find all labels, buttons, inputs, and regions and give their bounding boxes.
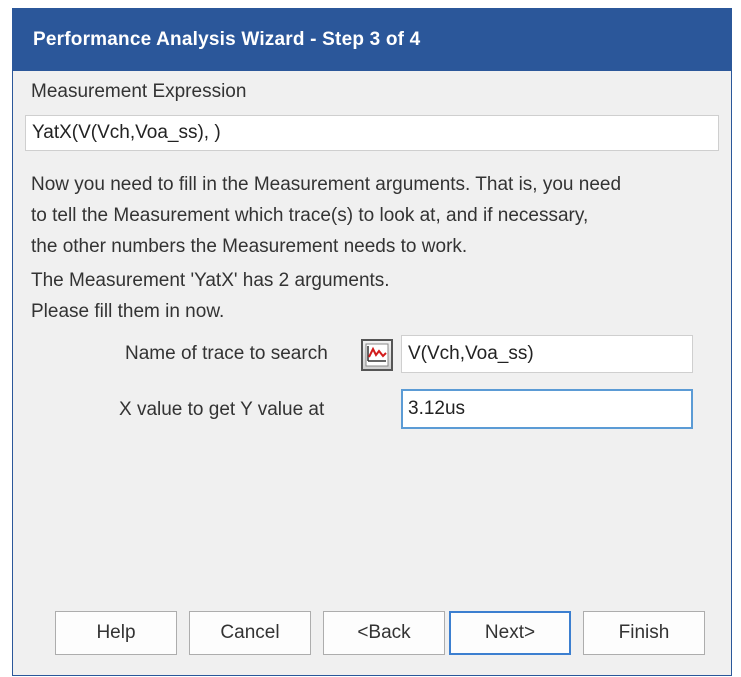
help-button-label: Help bbox=[96, 622, 136, 643]
instructions-text: Now you need to fill in the Measurement … bbox=[31, 169, 621, 262]
trace-name-label: Name of trace to search bbox=[125, 343, 328, 364]
x-value-label: X value to get Y value at bbox=[119, 399, 325, 420]
finish-button-label: Finish bbox=[618, 622, 670, 643]
x-value-input[interactable]: 3.12us bbox=[401, 389, 693, 429]
next-button[interactable]: Next> bbox=[449, 611, 571, 655]
instructions-line: Now you need to fill in the Measurement … bbox=[31, 174, 622, 195]
trace-browse-button[interactable] bbox=[361, 339, 393, 371]
instructions-line: the other numbers the Measurement needs … bbox=[31, 236, 468, 257]
fill-in-prompt: Please fill them in now. bbox=[31, 301, 225, 322]
arguments-info: The Measurement 'YatX' has 2 arguments. … bbox=[31, 265, 390, 327]
cancel-button[interactable]: Cancel bbox=[189, 611, 311, 655]
back-button[interactable]: <Back bbox=[323, 611, 445, 655]
title-bar: Performance Analysis Wizard - Step 3 of … bbox=[13, 9, 731, 71]
instructions-line: to tell the Measurement which trace(s) t… bbox=[31, 205, 589, 226]
back-button-label: <Back bbox=[357, 622, 411, 643]
wizard-window: Performance Analysis Wizard - Step 3 of … bbox=[12, 8, 732, 676]
trace-name-value: V(Vch,Voa_ss) bbox=[408, 343, 534, 364]
trace-browse-icon bbox=[365, 343, 389, 367]
expression-field[interactable]: YatX(V(Vch,Voa_ss), ) bbox=[25, 115, 719, 151]
cancel-button-label: Cancel bbox=[220, 622, 280, 643]
window-title: Performance Analysis Wizard - Step 3 of … bbox=[33, 29, 421, 50]
expression-value: YatX(V(Vch,Voa_ss), ) bbox=[32, 122, 221, 143]
expression-label: Measurement Expression bbox=[31, 81, 247, 102]
x-value-value: 3.12us bbox=[408, 398, 466, 419]
trace-name-input[interactable]: V(Vch,Voa_ss) bbox=[401, 335, 693, 373]
finish-button[interactable]: Finish bbox=[583, 611, 705, 655]
arguments-count-text: The Measurement 'YatX' has 2 arguments. bbox=[31, 270, 390, 291]
next-button-label: Next> bbox=[484, 622, 536, 643]
help-button[interactable]: Help bbox=[55, 611, 177, 655]
